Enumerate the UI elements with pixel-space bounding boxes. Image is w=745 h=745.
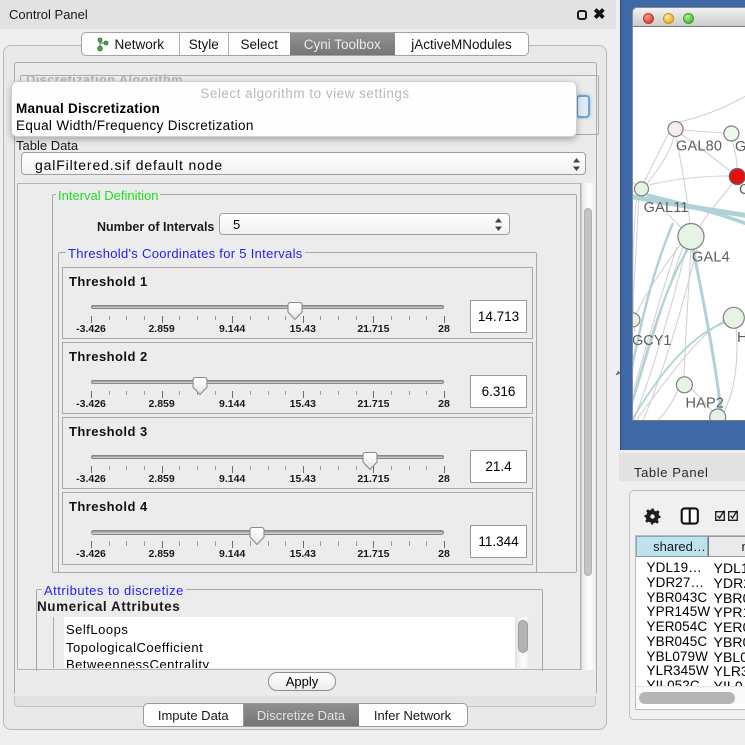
svg-text:G.: G.	[735, 139, 745, 155]
svg-text:HAP2: HAP2	[686, 396, 725, 412]
svg-text:GAL11: GAL11	[644, 200, 689, 216]
svg-text:H: H	[737, 330, 745, 346]
svg-text:GAL4: GAL4	[692, 250, 730, 266]
svg-text:C: C	[739, 182, 745, 198]
svg-text:GCY1: GCY1	[633, 333, 672, 349]
svg-text:GAL80: GAL80	[676, 139, 722, 155]
